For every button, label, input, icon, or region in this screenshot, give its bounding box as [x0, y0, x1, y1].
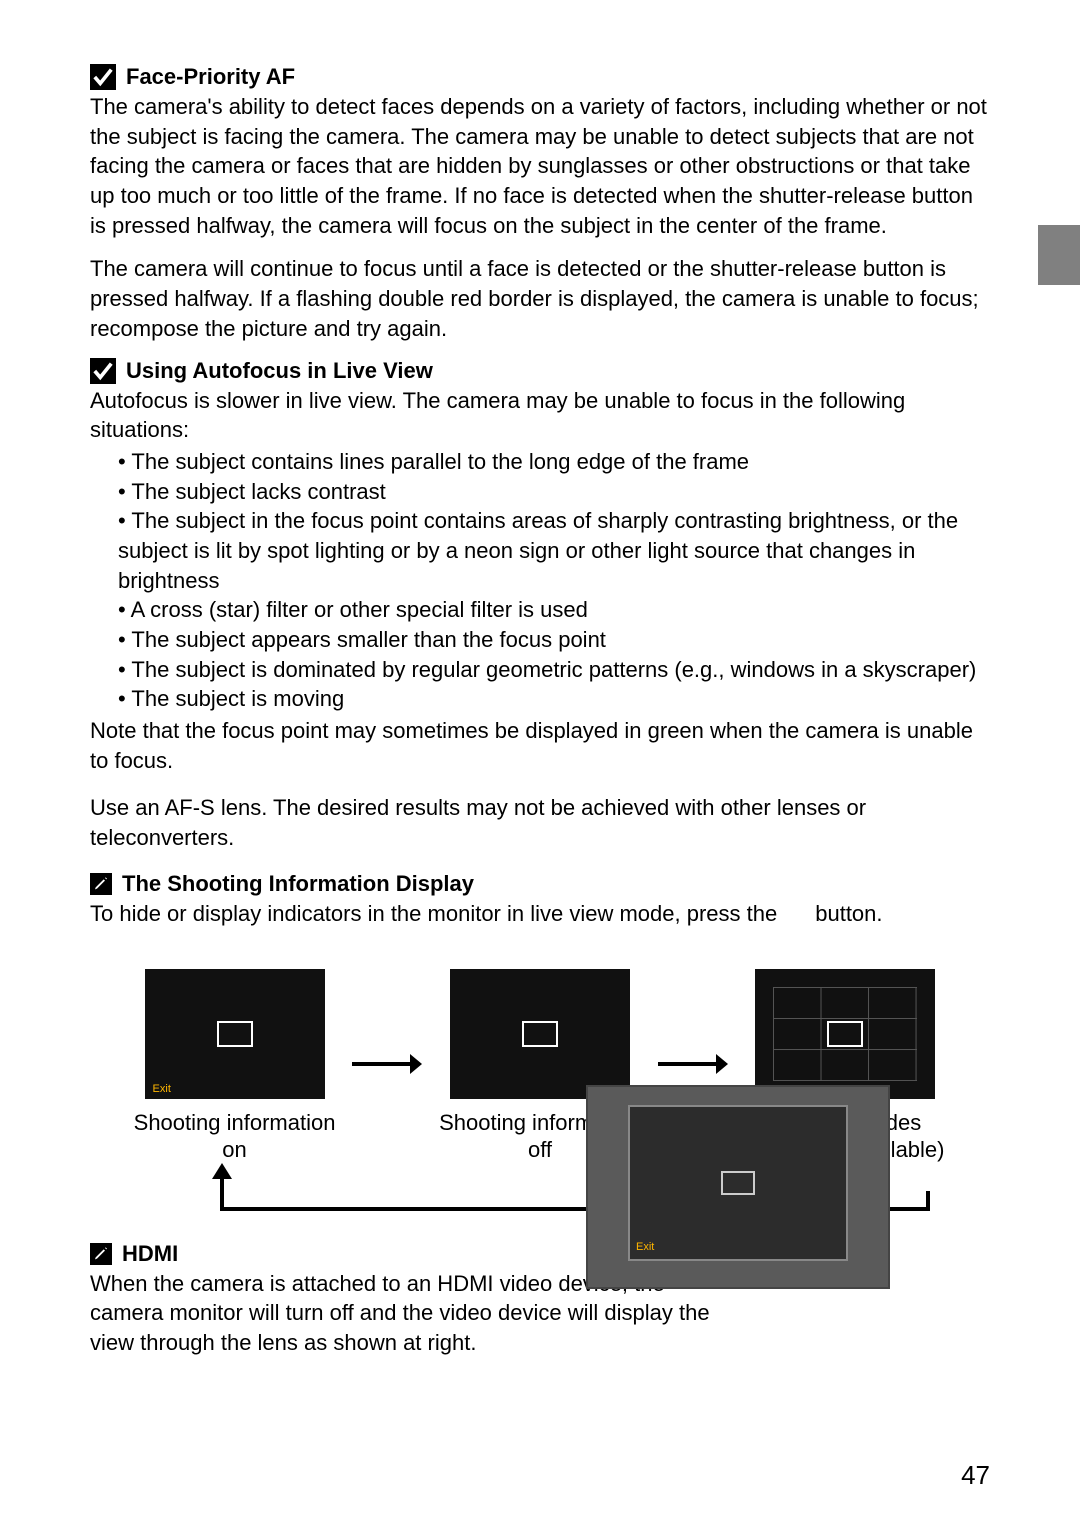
focus-point-icon	[827, 1021, 863, 1047]
manual-page: Face-Priority AF The camera's ability to…	[0, 0, 1080, 1529]
arrow-right-icon	[349, 1002, 425, 1132]
bullet-list: The subject contains lines parallel to t…	[118, 447, 990, 714]
side-tab	[1038, 225, 1080, 285]
exit-label: Exit	[153, 1083, 171, 1095]
list-item: The subject is moving	[118, 684, 990, 714]
exit-label: Exit	[636, 1241, 654, 1253]
body-text: Note that the focus point may sometimes …	[90, 716, 990, 775]
body-text: The camera will continue to focus until …	[90, 254, 990, 343]
list-item: A cross (star) filter or other special f…	[118, 595, 990, 625]
section-title: The Shooting Information Display	[122, 871, 474, 897]
checkmark-icon	[90, 358, 116, 384]
display-state-on: Exit Shooting information on	[120, 969, 349, 1165]
list-item: The subject is dominated by regular geom…	[118, 655, 990, 685]
checkmark-icon	[90, 64, 116, 90]
pencil-icon	[90, 1243, 112, 1265]
hdmi-inner-frame: Exit	[628, 1105, 848, 1261]
section-title: HDMI	[122, 1241, 178, 1267]
lcd-preview	[450, 969, 630, 1099]
section-title: Face-Priority AF	[126, 64, 295, 90]
section-head-autofocus: Using Autofocus in Live View	[90, 358, 990, 384]
text-pre: To hide or display indicators in the mon…	[90, 901, 777, 926]
lcd-preview	[755, 969, 935, 1099]
list-item: The subject appears smaller than the foc…	[118, 625, 990, 655]
list-item: The subject in the focus point contains …	[118, 506, 990, 595]
body-text: Use an AF-S lens. The desired results ma…	[90, 793, 990, 852]
list-item: The subject contains lines parallel to t…	[118, 447, 990, 477]
pencil-icon	[90, 873, 112, 895]
caption: Shooting information on	[134, 1109, 336, 1165]
section-head-face-priority: Face-Priority AF	[90, 64, 990, 90]
hdmi-preview: Exit	[586, 1085, 890, 1289]
section-title: Using Autofocus in Live View	[126, 358, 433, 384]
body-text: The camera's ability to detect faces dep…	[90, 92, 990, 240]
focus-point-icon	[721, 1171, 755, 1195]
body-text: To hide or display indicators in the mon…	[90, 899, 990, 929]
page-number: 47	[961, 1460, 990, 1491]
text-post: button.	[815, 901, 882, 926]
focus-point-icon	[522, 1021, 558, 1047]
section-head-shooting-info: The Shooting Information Display	[90, 871, 990, 897]
list-item: The subject lacks contrast	[118, 477, 990, 507]
focus-point-icon	[217, 1021, 253, 1047]
body-text: Autofocus is slower in live view. The ca…	[90, 386, 990, 445]
lcd-preview: Exit	[145, 969, 325, 1099]
